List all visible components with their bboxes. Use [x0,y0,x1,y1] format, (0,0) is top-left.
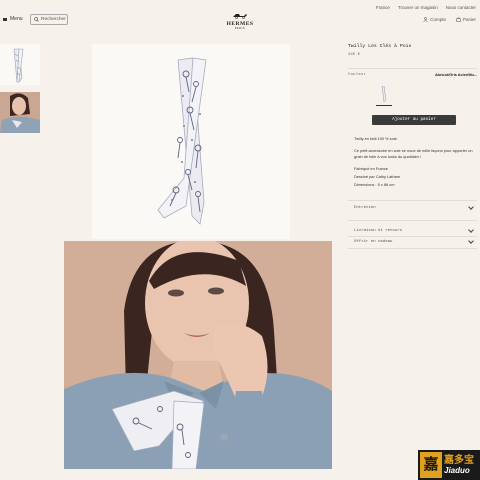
accordion-care[interactable]: Entretien [348,203,477,213]
product-description: Twilly en twill 100 % soie. Ce petit acc… [348,136,477,188]
accordion-label: Entretien [354,206,376,211]
model-photo[interactable] [64,241,332,469]
menu-button[interactable]: Menu [3,16,23,22]
model-thumbnail-image [0,92,40,133]
product-title: Twilly Les Clés à Pois [348,44,412,49]
divider [348,68,477,69]
product-main-image[interactable] [92,44,290,239]
bag-icon [456,17,461,22]
chevron-down-icon [468,204,474,211]
country-link[interactable]: France [376,5,390,10]
desc-origin: Fabriqué en France [354,165,388,171]
color-label: Couleur [348,72,367,77]
accordion-delivery[interactable]: Livraison et retours [348,226,477,236]
store-finder-link[interactable]: Trouver un magasin [398,5,438,10]
desc-text: Ce petit accessoire en soie se noue de m… [354,147,473,159]
add-to-cart-button[interactable]: Ajouter au panier [372,114,456,125]
product-price: 245 € [348,53,361,57]
search-icon [34,17,39,22]
chevron-down-icon [468,226,474,233]
divider [348,248,477,249]
accordion-gift[interactable]: Offrir en cadeau [348,237,477,247]
user-icon [423,17,428,22]
twilly-thumbnail-image [13,48,24,83]
chevron-down-icon [468,238,474,245]
desc-designer: Dessiné par Cathy Latham [354,173,401,179]
logo-city: PARIS [234,27,246,30]
color-value: Abricot/Gris Acier/Mu... [434,72,477,77]
hamburger-icon [3,17,7,21]
accordion-label: Offrir en cadeau [354,240,393,245]
swatch-twilly-icon [381,85,387,103]
desc-material: Twilly en twill 100 % soie. [354,135,398,141]
account-button[interactable]: Compte [423,17,446,22]
carriage-icon [223,12,257,21]
cart-label: Panier [462,17,476,22]
color-row: Couleur Abricot/Gris Acier/Mu... [348,73,477,77]
watermark-en: Jiaduo [444,466,470,475]
divider [348,235,477,237]
twilly-scarf-image [157,57,207,225]
product-panel: Twilly Les Clés à Pois 245 € Couleur Abr… [348,44,477,249]
menu-label: Menu [10,16,23,22]
swatch-selected-underline [376,104,392,106]
thumbnail-product[interactable] [0,44,40,85]
account-label: Compte [430,17,446,22]
color-swatch[interactable] [376,85,392,106]
divider [348,199,477,201]
utility-nav: Compte Panier [423,17,476,22]
thumbnail-model[interactable] [0,92,40,133]
divider [348,220,477,221]
brand-logo[interactable]: HERMES PARIS [223,12,257,30]
accordion-label: Livraison et retours [354,228,403,233]
watermark-badge: 嘉 嘉多宝 Jiaduo [418,450,480,480]
contact-link[interactable]: Nous contacter [446,5,476,10]
search-input[interactable]: Rechercher [30,14,68,25]
watermark-zh: 嘉多宝 [444,455,474,466]
cart-button[interactable]: Panier [456,17,476,22]
model-wearing-twilly-image [64,241,332,469]
top-links: France Trouver un magasin Nous contacter [376,5,476,10]
search-placeholder: Rechercher [41,17,66,22]
desc-dimensions: Dimensions : 5 x 86 cm [354,181,395,187]
watermark-logo-icon: 嘉 [420,452,442,478]
